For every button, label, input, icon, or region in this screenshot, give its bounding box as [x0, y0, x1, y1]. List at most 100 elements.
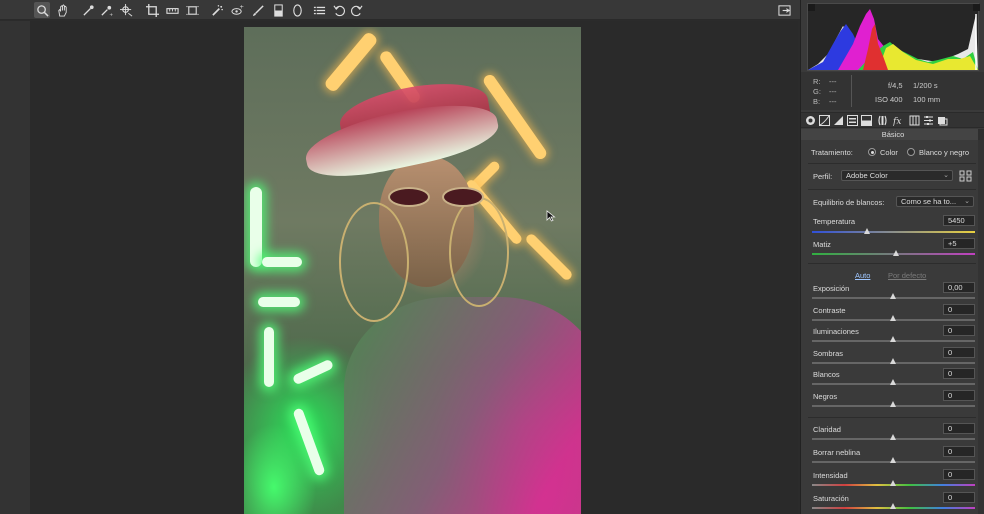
slider-thumb-borrar-neblina[interactable]: [890, 457, 896, 463]
presets-list-icon[interactable]: [311, 2, 327, 18]
slider-label-sombras: Sombras: [813, 348, 844, 358]
histogram: [807, 3, 980, 71]
green-neon: [292, 407, 326, 477]
slider-label-borrar-neblina: Borrar neblina: [813, 448, 861, 457]
slider-track-temperatura[interactable]: [812, 231, 975, 233]
iso: ISO 400: [875, 95, 903, 104]
slider-thumb-saturacion[interactable]: [890, 503, 896, 509]
aperture: f/4,5: [888, 81, 903, 90]
white-balance-eyedropper-icon[interactable]: [80, 2, 96, 18]
rotate-left-icon[interactable]: [331, 2, 347, 18]
white-balance-value: Como se ha to...: [901, 197, 957, 206]
divider: [808, 417, 976, 418]
divider: [808, 163, 976, 164]
hsl-icon[interactable]: [847, 115, 858, 126]
slider-thumb-temperatura[interactable]: [863, 228, 870, 234]
value-saturacion[interactable]: 0: [943, 492, 975, 503]
chevron-down-icon: ⌄: [943, 172, 949, 179]
value-blancos[interactable]: 0: [943, 368, 975, 380]
transform-icon[interactable]: [184, 2, 200, 18]
snapshots-icon[interactable]: [937, 115, 948, 126]
value-iluminaciones[interactable]: 0: [943, 325, 975, 337]
straighten-icon[interactable]: [164, 2, 180, 18]
profile-label: Perfil:: [813, 172, 833, 181]
color-sampler-icon[interactable]: +: [98, 2, 114, 18]
focal-length: 100 mm: [913, 95, 941, 104]
value-intensidad[interactable]: 0: [943, 469, 975, 480]
value-claridad[interactable]: 0: [943, 423, 975, 434]
basic-icon[interactable]: [805, 115, 816, 126]
profile-select[interactable]: Adobe Color ⌄: [841, 170, 953, 181]
tone-curve-icon[interactable]: [819, 115, 830, 126]
slider-thumb-contraste[interactable]: [890, 314, 896, 321]
slider-thumb-intensidad[interactable]: [890, 480, 896, 486]
profile-value: Adobe Color: [846, 171, 888, 180]
photo-preview[interactable]: [244, 27, 581, 514]
effects-fx-icon[interactable]: fx: [892, 115, 904, 127]
default-link[interactable]: Por defecto: [888, 271, 926, 280]
neon-sign: [524, 232, 574, 282]
divider: [808, 189, 976, 190]
svg-text:+: +: [109, 12, 113, 17]
hand-icon[interactable]: [54, 2, 70, 18]
radial-filter-icon[interactable]: [289, 2, 305, 18]
green-neon: [262, 257, 302, 267]
rgb-exif-readout: R: --- G: --- B: --- f/4,5 1/200 s ISO 4…: [801, 72, 984, 110]
presets-icon[interactable]: [923, 115, 934, 126]
value-matiz[interactable]: +5: [943, 238, 975, 249]
camera-calibration-icon[interactable]: [909, 115, 920, 126]
value-temperatura[interactable]: 5450: [943, 215, 975, 226]
earring: [339, 202, 409, 322]
sunglasses: [384, 187, 489, 209]
value-sombras[interactable]: 0: [943, 346, 975, 358]
zoom-icon[interactable]: [34, 2, 50, 18]
graduated-filter-icon[interactable]: [270, 2, 286, 18]
lens-icon[interactable]: [877, 115, 888, 126]
white-balance-select[interactable]: Como se ha to... ⌄: [896, 196, 974, 207]
slider-label-blancos: Blancos: [813, 370, 840, 380]
slider-thumb-iluminaciones[interactable]: [890, 336, 896, 343]
slider-thumb-sombras[interactable]: [890, 357, 896, 364]
open-dialog-icon[interactable]: [776, 2, 792, 18]
chevron-down-icon: ⌄: [964, 198, 970, 205]
slider-label-exposicion: Exposición: [813, 284, 850, 293]
slider-label-negros: Negros: [813, 392, 838, 401]
split-toning-icon[interactable]: [861, 115, 872, 126]
neon-sign: [323, 30, 379, 94]
slider-label-intensidad: Intensidad: [813, 471, 848, 480]
treatment-bw-label[interactable]: Blanco y negro: [919, 148, 969, 157]
target-adjustment-icon[interactable]: [118, 2, 134, 18]
treatment-color-radio[interactable]: [868, 148, 876, 156]
slider-thumb-exposicion[interactable]: [890, 293, 896, 299]
slider-label-claridad: Claridad: [813, 425, 841, 434]
rotate-right-icon[interactable]: [348, 2, 364, 18]
treatment-color-label[interactable]: Color: [880, 148, 898, 157]
panel-scrollbar[interactable]: [978, 129, 984, 140]
filmstrip-collapsed: [0, 21, 30, 514]
treatment-label: Tratamiento:: [811, 148, 853, 157]
value-borrar-neblina[interactable]: 0: [943, 446, 975, 457]
svg-text:+: +: [239, 4, 244, 10]
profile-browser-grid-icon[interactable]: [959, 170, 973, 182]
slider-thumb-matiz[interactable]: [893, 250, 900, 256]
value-exposicion[interactable]: 0,00: [943, 282, 975, 293]
crop-icon[interactable]: [144, 2, 160, 18]
slider-label-iluminaciones: Iluminaciones: [813, 327, 859, 337]
slider-thumb-negros[interactable]: [890, 401, 896, 407]
green-neon: [250, 187, 262, 267]
section-title: Básico: [801, 129, 984, 140]
panel-vertical-scrollbar[interactable]: [978, 140, 984, 514]
adjustment-brush-icon[interactable]: [250, 2, 266, 18]
red-eye-icon[interactable]: +: [229, 2, 245, 18]
value-contraste[interactable]: 0: [943, 303, 975, 315]
g-value: ---: [829, 87, 837, 96]
b-label: B:: [813, 97, 821, 106]
auto-link[interactable]: Auto: [855, 271, 870, 280]
detail-icon[interactable]: [833, 115, 844, 126]
spot-removal-icon[interactable]: [209, 2, 225, 18]
jacket: [344, 297, 581, 514]
treatment-bw-radio[interactable]: [907, 148, 915, 156]
slider-thumb-blancos[interactable]: [890, 379, 896, 386]
slider-thumb-claridad[interactable]: [890, 434, 896, 440]
value-negros[interactable]: 0: [943, 390, 975, 401]
